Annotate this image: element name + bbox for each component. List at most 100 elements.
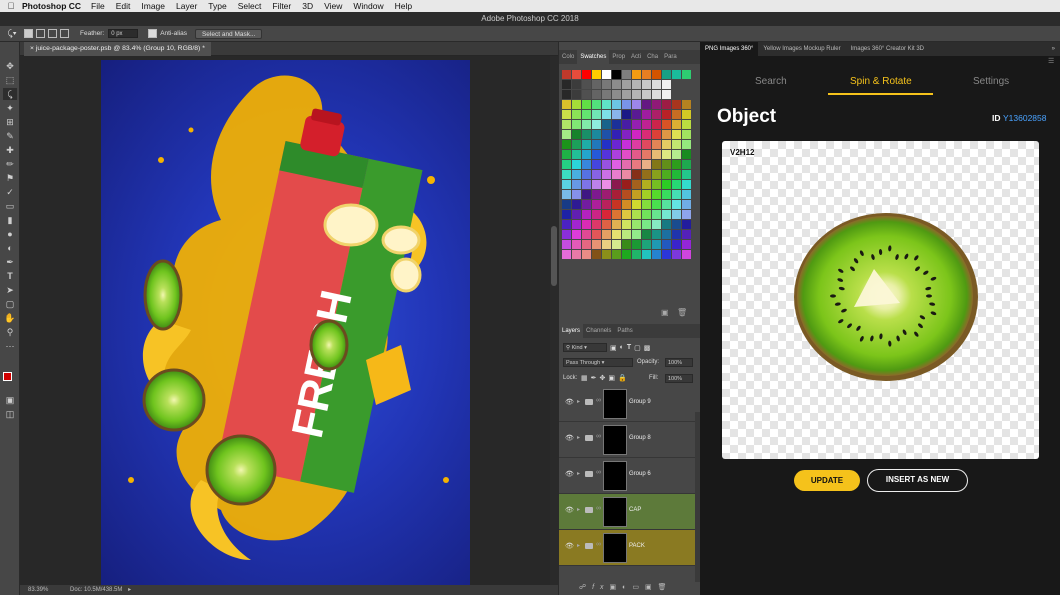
gradient-tool-icon[interactable]: ▮ <box>3 214 17 226</box>
color-swatch[interactable] <box>582 130 591 139</box>
tab-character[interactable]: Cha <box>644 50 661 64</box>
tab-layers[interactable]: Layers <box>559 324 584 338</box>
color-swatch[interactable] <box>622 170 631 179</box>
color-swatch[interactable] <box>662 190 671 199</box>
color-swatch[interactable] <box>612 170 621 179</box>
tab-mockup-ruler[interactable]: Yellow Images Mockup Ruler <box>758 42 845 56</box>
color-swatch[interactable] <box>622 220 631 229</box>
color-swatch[interactable] <box>652 140 661 149</box>
color-swatch[interactable] <box>592 250 601 259</box>
color-swatch[interactable] <box>622 190 631 199</box>
color-swatch[interactable] <box>642 250 651 259</box>
color-swatch[interactable] <box>592 230 601 239</box>
color-swatch[interactable] <box>582 250 591 259</box>
color-swatch[interactable] <box>612 140 621 149</box>
color-swatch[interactable] <box>562 180 571 189</box>
color-swatch[interactable] <box>622 120 631 129</box>
color-swatch[interactable] <box>672 180 681 189</box>
color-swatch[interactable] <box>582 90 591 99</box>
layer-actions-bar[interactable]: ☍fx▣◐▭▣🗑 <box>579 583 673 591</box>
color-swatch[interactable] <box>642 200 651 209</box>
color-swatch[interactable] <box>682 90 691 99</box>
object-preview[interactable]: V2H12 <box>722 141 1039 459</box>
color-swatch[interactable] <box>572 110 581 119</box>
color-swatch[interactable] <box>612 220 621 229</box>
color-swatch[interactable] <box>682 220 691 229</box>
color-swatch[interactable] <box>602 150 611 159</box>
filter-shape-icon[interactable]: ▢ <box>634 344 641 352</box>
layer-row[interactable]: 👁 ▸ ∞ Group 8 <box>559 422 695 458</box>
screen-mode-icon[interactable]: ◫ <box>3 408 17 420</box>
color-swatch[interactable] <box>572 160 581 169</box>
color-swatch[interactable] <box>662 170 671 179</box>
layer-row[interactable]: 👁 ▸ ∞ CAP <box>559 494 695 530</box>
color-swatch[interactable] <box>682 70 691 79</box>
color-swatch[interactable] <box>652 70 661 79</box>
color-swatch[interactable] <box>592 70 601 79</box>
crop-tool-icon[interactable]: ⊞ <box>3 116 17 128</box>
color-swatch[interactable] <box>592 200 601 209</box>
color-swatch[interactable] <box>592 190 601 199</box>
color-swatch[interactable] <box>682 230 691 239</box>
color-swatch[interactable] <box>612 200 621 209</box>
color-swatch[interactable] <box>602 120 611 129</box>
color-swatch[interactable] <box>612 250 621 259</box>
color-swatch[interactable] <box>642 140 651 149</box>
color-swatch[interactable] <box>562 170 571 179</box>
lasso-preset-icon[interactable]: ⤹▾ <box>0 28 24 39</box>
color-swatch[interactable] <box>652 110 661 119</box>
color-swatch[interactable] <box>582 80 591 89</box>
color-swatch[interactable] <box>622 180 631 189</box>
layer-row[interactable]: 👁 ▸ ∞ Group 6 <box>559 458 695 494</box>
color-swatch[interactable] <box>682 150 691 159</box>
color-swatch[interactable] <box>662 250 671 259</box>
color-swatch[interactable] <box>622 200 631 209</box>
color-swatch[interactable] <box>682 140 691 149</box>
tab-swatches[interactable]: Swatches <box>577 50 610 64</box>
color-swatch[interactable] <box>592 220 601 229</box>
expand-arrow-icon[interactable]: ▸ <box>577 434 580 441</box>
tab-png-images-360[interactable]: PNG Images 360° <box>700 42 759 56</box>
color-swatch[interactable] <box>572 80 581 89</box>
color-swatch[interactable] <box>682 110 691 119</box>
layer-visibility-icon[interactable]: 👁 <box>565 470 574 478</box>
layer-mask-thumbnail[interactable] <box>603 425 627 455</box>
color-swatch[interactable] <box>592 170 601 179</box>
color-swatch[interactable] <box>652 90 661 99</box>
color-swatch[interactable] <box>662 160 671 169</box>
menu-layer[interactable]: Layer <box>176 1 197 11</box>
color-swatch[interactable] <box>622 230 631 239</box>
color-swatch[interactable] <box>642 240 651 249</box>
color-swatch[interactable] <box>652 200 661 209</box>
eraser-tool-icon[interactable]: ▭ <box>3 200 17 212</box>
color-swatch[interactable] <box>652 190 661 199</box>
color-swatch[interactable] <box>652 230 661 239</box>
apple-icon[interactable]:  <box>0 1 22 11</box>
color-swatch[interactable] <box>572 190 581 199</box>
color-swatch[interactable] <box>672 190 681 199</box>
menu-window[interactable]: Window <box>353 1 383 11</box>
color-swatch[interactable] <box>592 140 601 149</box>
color-swatch[interactable] <box>572 220 581 229</box>
tab-channels[interactable]: Channels <box>583 324 614 338</box>
blend-mode-select[interactable]: Pass Through ▾ <box>563 358 633 367</box>
document-tab[interactable]: × juice-package-poster.psb @ 83.4% (Grou… <box>24 42 211 56</box>
color-swatch[interactable] <box>632 150 641 159</box>
color-swatch[interactable] <box>672 220 681 229</box>
color-swatch[interactable] <box>682 120 691 129</box>
color-swatch[interactable] <box>632 160 641 169</box>
stamp-tool-icon[interactable]: ⚑ <box>3 172 17 184</box>
color-swatch[interactable] <box>672 80 681 89</box>
color-swatch[interactable] <box>592 100 601 109</box>
color-swatch[interactable] <box>572 230 581 239</box>
color-swatch[interactable] <box>602 90 611 99</box>
layer-visibility-icon[interactable]: 👁 <box>565 506 574 514</box>
color-swatch[interactable] <box>582 200 591 209</box>
more-tools-icon[interactable]: ⋯ <box>3 340 17 352</box>
color-swatch[interactable] <box>662 120 671 129</box>
color-swatch[interactable] <box>622 70 631 79</box>
color-swatch[interactable] <box>562 230 571 239</box>
delete-swatch-icon[interactable]: 🗑 <box>677 308 687 317</box>
color-swatch[interactable] <box>622 90 631 99</box>
panel-menu-icon[interactable]: ☰ <box>1048 57 1054 65</box>
